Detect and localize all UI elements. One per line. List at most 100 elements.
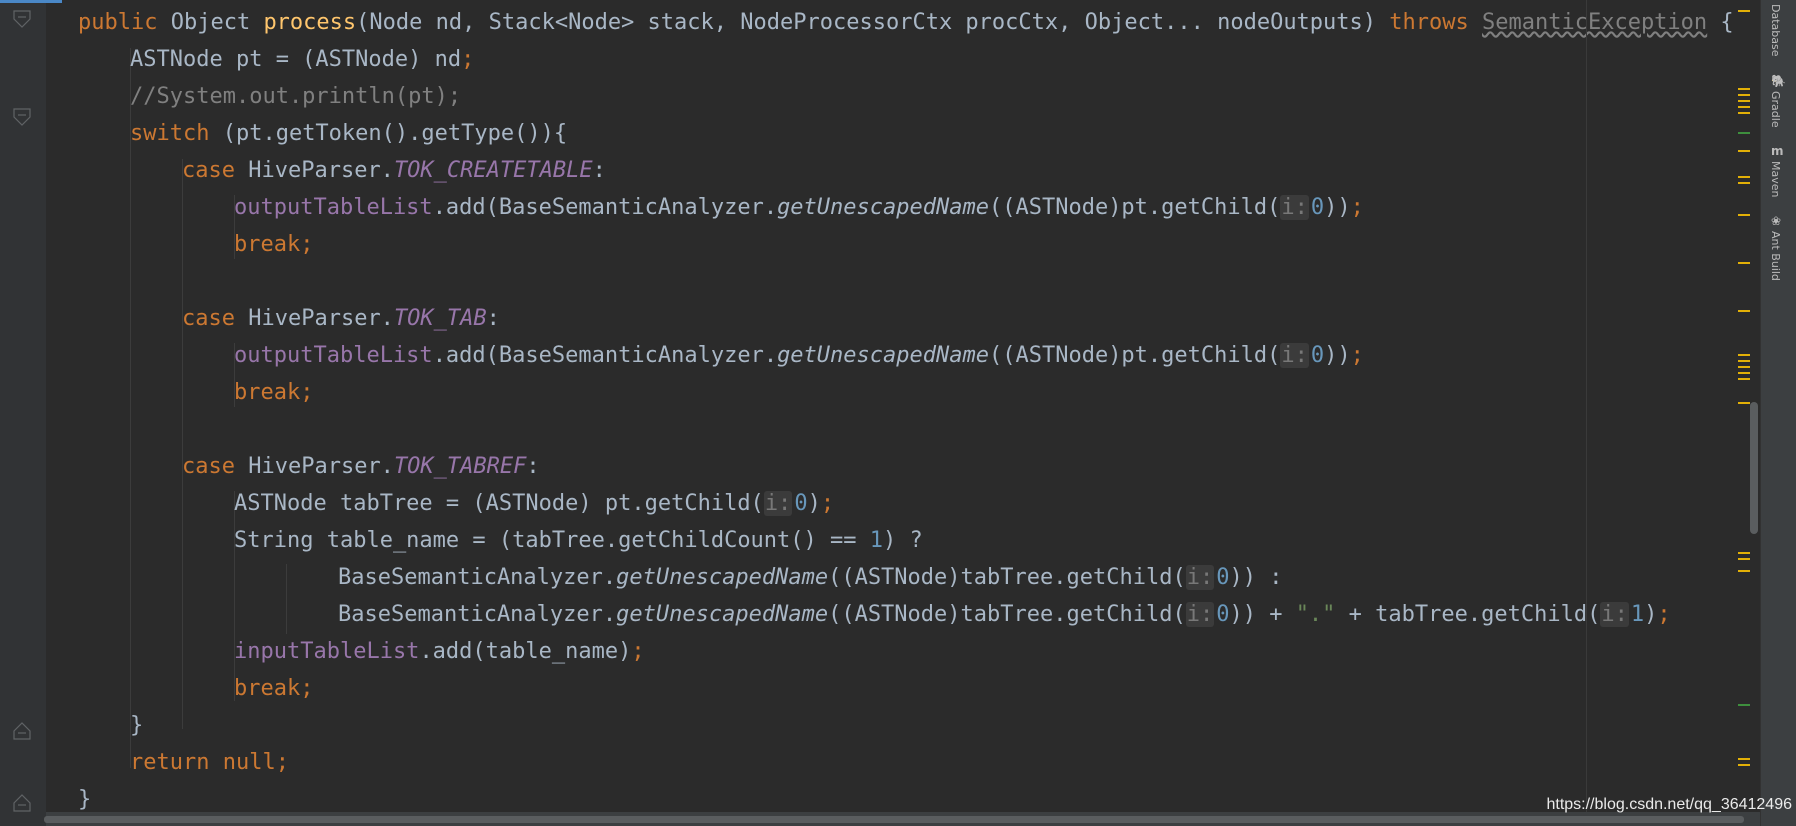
- change-marker[interactable]: [1738, 704, 1750, 706]
- code-token: process: [263, 10, 357, 35]
- indent-guide: [182, 159, 183, 729]
- code-line[interactable]: break;: [234, 670, 313, 707]
- fold-toggle-icon[interactable]: [13, 10, 31, 30]
- warning-marker[interactable]: [1738, 360, 1750, 362]
- code-token: ) ?: [883, 528, 923, 553]
- code-token: SemanticException: [1482, 10, 1708, 35]
- tool-window-ant-build[interactable]: ❀ Ant Build: [1769, 214, 1791, 281]
- warning-marker[interactable]: [1738, 354, 1750, 356]
- tool-window-label: Database: [1769, 4, 1782, 57]
- code-token: throws: [1389, 10, 1482, 35]
- code-line[interactable]: BaseSemanticAnalyzer.getUnescapedName((A…: [338, 596, 1671, 633]
- parameter-hint: i:: [1280, 343, 1309, 368]
- code-line[interactable]: break;: [234, 374, 313, 411]
- code-token: switch: [130, 121, 223, 146]
- horizontal-scrollbar-thumb[interactable]: [44, 816, 1744, 823]
- code-line[interactable]: public Object process(Node nd, Stack<Nod…: [78, 4, 1734, 41]
- code-token: BaseSemanticAnalyzer.: [338, 565, 617, 590]
- tool-window-maven[interactable]: m Maven: [1769, 144, 1791, 197]
- code-line[interactable]: case HiveParser.TOK_TAB:: [182, 300, 500, 337]
- code-line[interactable]: switch (pt.getToken().getType()){: [130, 115, 567, 152]
- fold-end-icon[interactable]: [13, 720, 31, 740]
- code-line[interactable]: //System.out.println(pt);: [130, 78, 461, 115]
- code-token: ".": [1295, 602, 1336, 627]
- code-token: ((ASTNode)pt.getChild(: [988, 343, 1281, 368]
- code-token: ;: [631, 639, 645, 664]
- code-line[interactable]: BaseSemanticAnalyzer.getUnescapedName((A…: [338, 559, 1282, 596]
- code-token: ;: [1350, 343, 1364, 368]
- warning-marker[interactable]: [1738, 10, 1750, 12]
- code-token: Object: [170, 10, 264, 35]
- warning-marker[interactable]: [1738, 88, 1750, 90]
- warning-marker[interactable]: [1738, 558, 1750, 560]
- tool-window-database[interactable]: Database: [1769, 4, 1791, 57]
- warning-marker[interactable]: [1738, 150, 1750, 152]
- code-token: )) +: [1229, 602, 1296, 627]
- parameter-hint: i:: [1280, 195, 1309, 220]
- code-token: }: [130, 713, 144, 738]
- warning-marker[interactable]: [1738, 764, 1750, 766]
- code-line[interactable]: ASTNode tabTree = (ASTNode) pt.getChild(…: [234, 485, 834, 522]
- tool-window-gradle[interactable]: 🐘 Gradle: [1769, 74, 1791, 128]
- code-line[interactable]: outputTableList.add(BaseSemanticAnalyzer…: [234, 337, 1364, 374]
- code-line[interactable]: }: [130, 707, 143, 744]
- warning-marker[interactable]: [1738, 366, 1750, 368]
- gradle-icon: 🐘: [1771, 74, 1786, 88]
- code-line[interactable]: case HiveParser.TOK_CREATETABLE:: [182, 152, 606, 189]
- warning-marker[interactable]: [1738, 402, 1750, 404]
- code-line[interactable]: break;: [234, 226, 313, 263]
- warning-marker[interactable]: [1738, 372, 1750, 374]
- code-token: break;: [234, 380, 314, 405]
- vertical-scrollbar-thumb[interactable]: [1750, 402, 1758, 534]
- warning-marker[interactable]: [1738, 182, 1750, 184]
- warning-marker[interactable]: [1738, 176, 1750, 178]
- code-line[interactable]: return null;: [130, 744, 289, 781]
- code-token: HiveParser.: [248, 454, 394, 479]
- warning-marker[interactable]: [1738, 94, 1750, 96]
- fold-toggle-icon[interactable]: [13, 108, 31, 128]
- fold-end-icon[interactable]: [13, 792, 31, 812]
- code-token: ((ASTNode)tabTree.getChild(: [828, 602, 1186, 627]
- parameter-hint: i:: [1185, 602, 1215, 627]
- code-token: 0: [1310, 195, 1325, 220]
- code-line[interactable]: case HiveParser.TOK_TABREF:: [182, 448, 540, 485]
- code-line[interactable]: ASTNode pt = (ASTNode) nd;: [130, 41, 474, 78]
- warning-marker[interactable]: [1738, 570, 1750, 572]
- tool-window-label: Gradle: [1769, 91, 1782, 128]
- code-token: ((ASTNode)pt.getChild(: [988, 195, 1281, 220]
- warning-marker[interactable]: [1738, 552, 1750, 554]
- tool-window-label: Maven: [1769, 161, 1782, 198]
- code-token: getUnescapedName: [616, 602, 829, 627]
- code-token: .add(BaseSemanticAnalyzer.: [432, 195, 778, 220]
- code-editor[interactable]: public Object process(Node nd, Stack<Nod…: [78, 4, 1734, 814]
- warning-marker[interactable]: [1738, 112, 1750, 114]
- code-token: case: [182, 454, 249, 479]
- code-token: {: [1707, 10, 1734, 35]
- code-token: HiveParser.: [248, 306, 394, 331]
- code-token: 1: [1630, 602, 1645, 627]
- code-token: ;: [1350, 195, 1364, 220]
- code-token: String table_name = (tabTree.getChildCou…: [234, 528, 870, 553]
- code-token: ASTNode pt = (ASTNode) nd: [130, 47, 462, 72]
- code-token: ): [807, 491, 821, 516]
- code-line[interactable]: inputTableList.add(table_name);: [234, 633, 645, 670]
- code-token: break;: [234, 676, 314, 701]
- warning-marker[interactable]: [1738, 214, 1750, 216]
- code-line[interactable]: String table_name = (tabTree.getChildCou…: [234, 522, 923, 559]
- code-token: //System.out.println(pt);: [130, 84, 462, 109]
- warning-marker[interactable]: [1738, 310, 1750, 312]
- warning-marker[interactable]: [1738, 378, 1750, 380]
- warning-marker[interactable]: [1738, 758, 1750, 760]
- code-token: BaseSemanticAnalyzer.: [338, 602, 617, 627]
- change-marker[interactable]: [1738, 132, 1750, 134]
- code-token: ;: [461, 47, 475, 72]
- code-token: )): [1324, 343, 1351, 368]
- warning-marker[interactable]: [1738, 106, 1750, 108]
- code-token: ): [1644, 602, 1658, 627]
- code-token: (Node nd, Stack<Node> stack, NodeProcess…: [356, 10, 1390, 35]
- code-token: (pt.getToken().getType()){: [222, 121, 568, 146]
- warning-marker[interactable]: [1738, 262, 1750, 264]
- code-line[interactable]: outputTableList.add(BaseSemanticAnalyzer…: [234, 189, 1364, 226]
- warning-marker[interactable]: [1738, 100, 1750, 102]
- indent-guide: [286, 564, 287, 634]
